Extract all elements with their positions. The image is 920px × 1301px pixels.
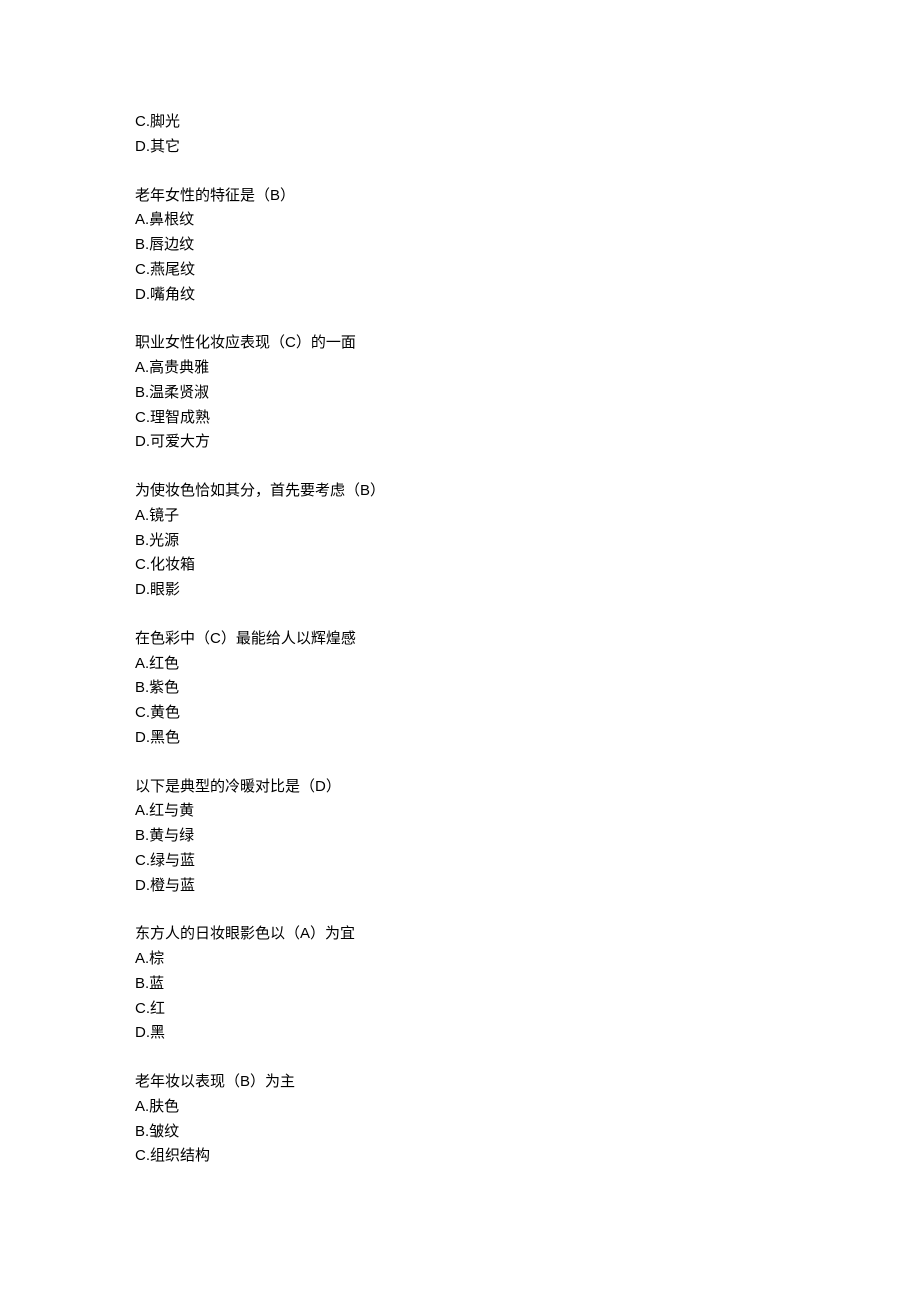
question-stem: 老年女性的特征是（B） [135, 184, 785, 209]
question-stem: 东方人的日妆眼影色以（A）为宜 [135, 922, 785, 947]
question-block-7: 老年妆以表现（B）为主 A.肤色 B.皱纹 C.组织结构 [135, 1070, 785, 1169]
question-stem: 老年妆以表现（B）为主 [135, 1070, 785, 1095]
option-b: B.黄与绿 [135, 824, 785, 849]
option-c: C.组织结构 [135, 1144, 785, 1169]
option-a: A.高贵典雅 [135, 356, 785, 381]
option-b: B.皱纹 [135, 1120, 785, 1145]
question-stem: 为使妆色恰如其分，首先要考虑（B） [135, 479, 785, 504]
question-block-6: 东方人的日妆眼影色以（A）为宜 A.棕 B.蓝 C.红 D.黑 [135, 922, 785, 1046]
question-stem: 在色彩中（C）最能给人以辉煌感 [135, 627, 785, 652]
option-c: C.黄色 [135, 701, 785, 726]
option-c: C.燕尾纹 [135, 258, 785, 283]
question-stem: 以下是典型的冷暖对比是（D） [135, 775, 785, 800]
question-block-5: 以下是典型的冷暖对比是（D） A.红与黄 B.黄与绿 C.绿与蓝 D.橙与蓝 [135, 775, 785, 899]
option-c: C.脚光 [135, 110, 785, 135]
option-b: B.光源 [135, 529, 785, 554]
option-a: A.镜子 [135, 504, 785, 529]
question-block-2: 职业女性化妆应表现（C）的一面 A.高贵典雅 B.温柔贤淑 C.理智成熟 D.可… [135, 331, 785, 455]
option-c: C.理智成熟 [135, 406, 785, 431]
option-d: D.眼影 [135, 578, 785, 603]
option-a: A.鼻根纹 [135, 208, 785, 233]
option-d: D.橙与蓝 [135, 874, 785, 899]
option-d: D.可爱大方 [135, 430, 785, 455]
option-d: D.黑 [135, 1021, 785, 1046]
option-b: B.唇边纹 [135, 233, 785, 258]
question-stem: 职业女性化妆应表现（C）的一面 [135, 331, 785, 356]
question-block-4: 在色彩中（C）最能给人以辉煌感 A.红色 B.紫色 C.黄色 D.黑色 [135, 627, 785, 751]
question-block-0: C.脚光 D.其它 [135, 110, 785, 160]
option-d: D.嘴角纹 [135, 283, 785, 308]
question-block-1: 老年女性的特征是（B） A.鼻根纹 B.唇边纹 C.燕尾纹 D.嘴角纹 [135, 184, 785, 308]
option-d: D.黑色 [135, 726, 785, 751]
option-b: B.紫色 [135, 676, 785, 701]
option-d: D.其它 [135, 135, 785, 160]
option-a: A.肤色 [135, 1095, 785, 1120]
option-c: C.绿与蓝 [135, 849, 785, 874]
option-c: C.红 [135, 997, 785, 1022]
option-c: C.化妆箱 [135, 553, 785, 578]
option-a: A.棕 [135, 947, 785, 972]
option-a: A.红与黄 [135, 799, 785, 824]
document-page: C.脚光 D.其它 老年女性的特征是（B） A.鼻根纹 B.唇边纹 C.燕尾纹 … [0, 0, 785, 1169]
option-a: A.红色 [135, 652, 785, 677]
option-b: B.蓝 [135, 972, 785, 997]
option-b: B.温柔贤淑 [135, 381, 785, 406]
question-block-3: 为使妆色恰如其分，首先要考虑（B） A.镜子 B.光源 C.化妆箱 D.眼影 [135, 479, 785, 603]
